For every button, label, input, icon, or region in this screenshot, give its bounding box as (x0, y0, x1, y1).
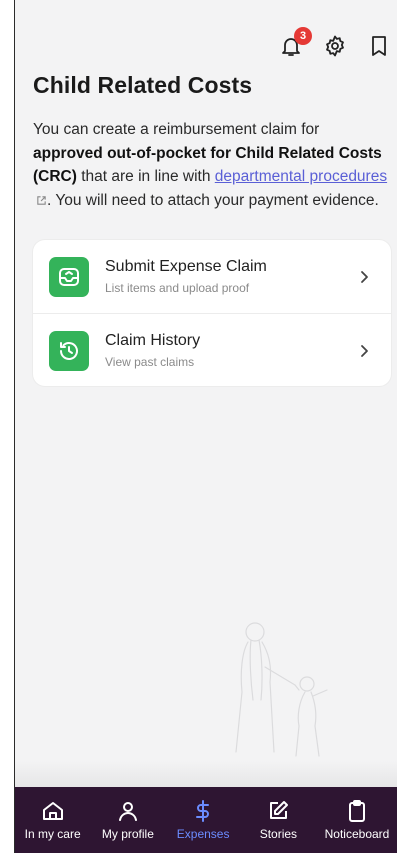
claim-history-row[interactable]: Claim History View past claims (33, 313, 391, 386)
nav-noticeboard-label: Noticeboard (324, 827, 390, 841)
bookmark-icon (372, 36, 386, 56)
chevron-right-icon (361, 344, 368, 357)
nav-noticeboard[interactable]: Noticeboard (324, 799, 390, 841)
bottom-fade (15, 761, 397, 787)
intro-part-2: that are in line with (76, 168, 215, 185)
nav-in-my-care-label: In my care (24, 827, 81, 841)
intro-part-1: You can create a reimbursement claim for (33, 121, 320, 138)
page-title: Child Related Costs (33, 72, 253, 98)
nav-stories[interactable]: Stories (249, 799, 307, 841)
dollar-icon (196, 800, 210, 822)
submit-expense-claim-title: Submit Expense Claim (105, 258, 267, 275)
top-bar: 3 (278, 26, 392, 66)
inbox-upload-icon (49, 256, 89, 297)
nav-my-profile-label: My profile (101, 827, 154, 841)
gear-icon (326, 35, 344, 57)
nav-expenses-label: Expenses (176, 827, 230, 841)
claim-history-title: Claim History (105, 332, 201, 349)
user-icon (118, 802, 137, 821)
nav-my-profile[interactable]: My profile (99, 799, 157, 841)
edit-icon (270, 801, 289, 819)
nav-expenses[interactable]: Expenses (174, 799, 232, 841)
clipboard-icon (348, 800, 365, 822)
actions-card: Submit Expense Claim List items and uplo… (33, 240, 391, 386)
submit-expense-claim-row[interactable]: Submit Expense Claim List items and uplo… (33, 240, 391, 313)
history-icon (49, 330, 89, 371)
parent-child-illustration (235, 622, 328, 757)
app-screen: 3 Child Related Costs You can create a r… (14, 0, 397, 853)
intro-text: You can create a reimbursement claim for… (33, 118, 393, 212)
external-link-icon (37, 195, 46, 205)
nav-stories-label: Stories (259, 827, 298, 841)
chevron-right-icon (361, 270, 368, 283)
notifications-button[interactable]: 3 (278, 27, 312, 59)
bookmark-button[interactable] (366, 33, 392, 59)
claim-history-subtitle: View past claims (105, 355, 195, 369)
bottom-navigation: In my care My profile Expenses Stories N… (15, 787, 397, 853)
submit-expense-claim-subtitle: List items and upload proof (105, 281, 250, 295)
notification-badge: 3 (294, 27, 312, 45)
intro-part-3: . You will need to attach your payment e… (47, 191, 379, 209)
nav-in-my-care[interactable]: In my care (24, 799, 82, 841)
departmental-procedures-link[interactable]: departmental procedures (215, 168, 387, 185)
home-icon (42, 802, 63, 820)
settings-button[interactable] (322, 33, 348, 59)
